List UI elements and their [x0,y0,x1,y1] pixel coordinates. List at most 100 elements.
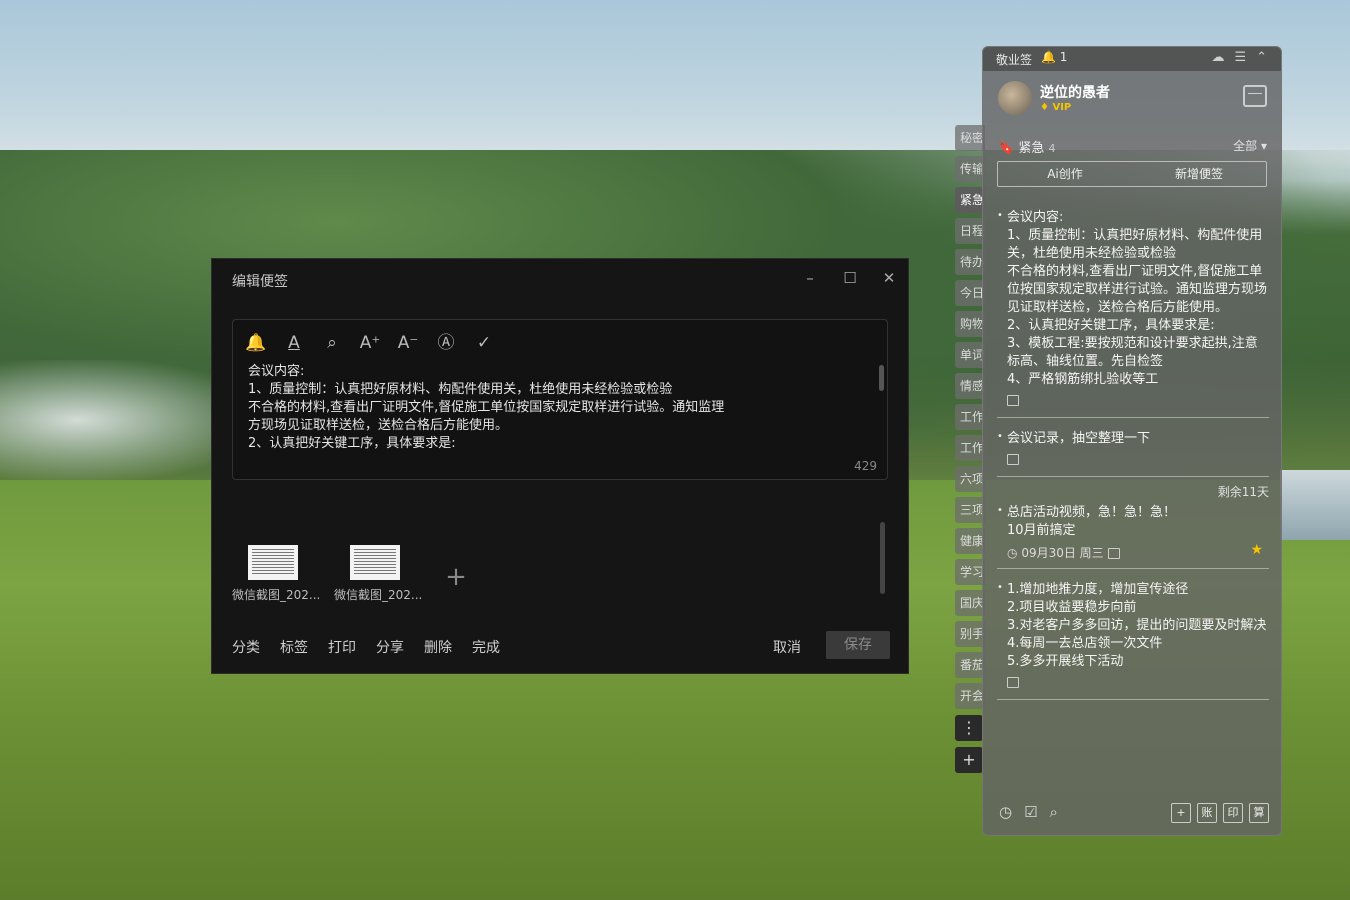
calculator-icon[interactable]: 算 [1249,803,1269,823]
add-attachment-icon[interactable]: + [436,557,476,597]
clock-icon: ◷ [1007,546,1018,560]
bell-icon[interactable]: 🔔 [245,332,267,354]
save-button[interactable]: 保存 [826,631,890,659]
ai-create-button[interactable]: Ai创作 [998,162,1132,186]
note-item[interactable]: 会议内容: 1、质量控制：认真把好原材料、构配件使用关，杜绝使用未经检验或检验 … [997,209,1269,418]
panel-window-icons: ☁ ☰ ⌃ [1211,50,1267,65]
tab-item[interactable]: 今日 [955,280,985,306]
checkmark-icon[interactable]: ✓ [473,332,495,354]
tab-item[interactable]: 待办 [955,249,985,275]
category-tabs: 秘密 传输 紧急 日程 待办 今日 购物 单词 情感 工作 工作 六项 三项 健… [955,125,985,773]
tab-item[interactable]: 健康 [955,528,985,554]
filter-label: 全部 [1233,139,1258,153]
more-tabs-icon[interactable]: ⋮ [955,715,983,741]
ledger-icon[interactable]: 账 [1197,803,1217,823]
stamp-icon[interactable]: 印 [1223,803,1243,823]
add-icon[interactable]: + [1171,803,1191,823]
tab-item[interactable]: 三项 [955,497,985,523]
lock-icon [1007,454,1019,465]
cloud-sync-icon[interactable]: ☁ [1211,50,1224,65]
attachment-thumbnail[interactable] [350,545,400,580]
collapse-icon[interactable]: ⌃ [1256,50,1267,65]
category-button[interactable]: 分类 [232,637,260,657]
search-icon[interactable]: ⌕ [321,332,343,354]
note-content-text[interactable]: 会议内容: 1、质量控制：认真把好原材料、构配件使用关，杜绝使用未经检验或检验 … [248,363,868,453]
delete-button[interactable]: 删除 [424,637,452,657]
filter-dropdown[interactable]: 全部 ▾ [1233,137,1267,154]
tab-item[interactable]: 番茄 [955,652,985,678]
lock-icon [1107,548,1120,559]
minimize-button[interactable]: – [799,267,821,289]
tag-button[interactable]: 标签 [280,637,308,657]
note-item[interactable]: 会议记录，抽空整理一下 [997,428,1269,477]
lock-icon [1007,395,1019,406]
note-text: 会议记录，抽空整理一下 [997,428,1269,448]
font-increase-icon[interactable]: A⁺ [359,332,381,354]
tab-item[interactable]: 工作 [955,435,985,461]
panel-footer: ◷ ☑ ⌕ + 账 印 算 [999,803,1269,825]
note-text: 会议内容: 1、质量控制：认真把好原材料、构配件使用关，杜绝使用未经检验或检验 … [997,209,1269,389]
bookmark-icon: 🔖 [998,141,1015,156]
history-icon[interactable]: ◷ [999,803,1012,821]
note-text: 总店活动视频，急！急！急！ 10月前搞定 [997,502,1269,540]
calendar-check-icon[interactable]: ☑ [1024,803,1037,821]
note-item[interactable]: 1.增加地推力度，增加宣传途径 2.项目收益要稳步向前 3.对老客户多多回访，提… [997,579,1269,700]
text-color-icon[interactable]: A [283,332,305,354]
remaining-days: 剩余11天 [1217,485,1269,499]
close-button[interactable]: ✕ [878,267,900,289]
print-button[interactable]: 打印 [328,637,356,657]
tab-item[interactable]: 工作 [955,404,985,430]
format-toolbar: 🔔 A ⌕ A⁺ A⁻ Ⓐ ✓ [245,332,495,356]
tab-item[interactable]: 秘密 [955,125,985,151]
vip-badge: ♦ VIP [1040,102,1072,113]
star-icon[interactable]: ★ [1250,542,1263,558]
lock-icon [1007,677,1019,688]
char-count: 429 [854,459,877,473]
tab-item[interactable]: 六项 [955,466,985,492]
category-count: 4 [1048,142,1056,155]
window-title: 编辑便签 [232,274,288,290]
tab-item[interactable]: 开会 [955,683,985,709]
category-header: 🔖 紧急 4 [998,137,1268,156]
attachment-label: 微信截图_202... [334,588,423,602]
vip-label: VIP [1052,102,1072,113]
tab-item[interactable]: 情感 [955,373,985,399]
calendar-icon[interactable] [1243,85,1267,107]
tab-item[interactable]: 别手 [955,621,985,647]
note-meta [997,393,1269,409]
tab-item[interactable]: 单词 [955,342,985,368]
attachment-thumbnail[interactable] [248,545,298,580]
share-button[interactable]: 分享 [376,637,404,657]
tab-item[interactable]: 国庆 [955,590,985,616]
note-text: 1.增加地推力度，增加宣传途径 2.项目收益要稳步向前 3.对老客户多多回访，提… [997,579,1269,671]
note-meta: ◷ 09月30日 周三 [997,544,1269,560]
avatar[interactable] [998,81,1032,115]
attachment-label: 微信截图_202... [232,588,321,602]
tab-item[interactable]: 购物 [955,311,985,337]
search-icon[interactable]: ⌕ [1050,803,1058,821]
attachment-item[interactable]: 微信截图_202... [334,545,423,603]
new-note-button[interactable]: 新增便签 [1132,162,1266,186]
tab-item-active[interactable]: 紧急 [955,187,985,213]
add-tab-icon[interactable]: + [955,747,983,773]
font-decrease-icon[interactable]: A⁻ [397,332,419,354]
attachment-item[interactable]: 微信截图_202... [232,545,321,603]
note-meta [997,675,1269,691]
tab-item[interactable]: 日程 [955,218,985,244]
sticky-notes-panel: 敬业签 🔔 1 ☁ ☰ ⌃ 逆位的愚者 ♦ VIP 🔖 紧急 4 全部 ▾ Ai… [982,46,1282,836]
note-editor[interactable]: 🔔 A ⌕ A⁺ A⁻ Ⓐ ✓ 会议内容: 1、质量控制：认真把好原材料、构配件… [232,319,888,480]
editor-scrollbar[interactable] [879,365,884,391]
text-style-icon[interactable]: Ⓐ [435,332,457,354]
attachments-scrollbar[interactable] [880,522,885,594]
cancel-button[interactable]: 取消 [773,637,801,657]
tab-item[interactable]: 传输 [955,156,985,182]
reminder-bell[interactable]: 🔔 1 [1041,50,1067,64]
done-button[interactable]: 完成 [472,637,500,657]
note-item[interactable]: 总店活动视频，急！急！急！ 10月前搞定 ◷ 09月30日 周三 ★ [997,502,1269,569]
menu-icon[interactable]: ☰ [1234,50,1246,65]
editor-actions: 分类 标签 打印 分享 删除 完成 [232,637,500,657]
category-name: 紧急 [1018,141,1045,156]
bell-icon: 🔔 [1041,50,1056,64]
tab-item[interactable]: 学习 [955,559,985,585]
maximize-button[interactable]: ☐ [839,267,861,289]
